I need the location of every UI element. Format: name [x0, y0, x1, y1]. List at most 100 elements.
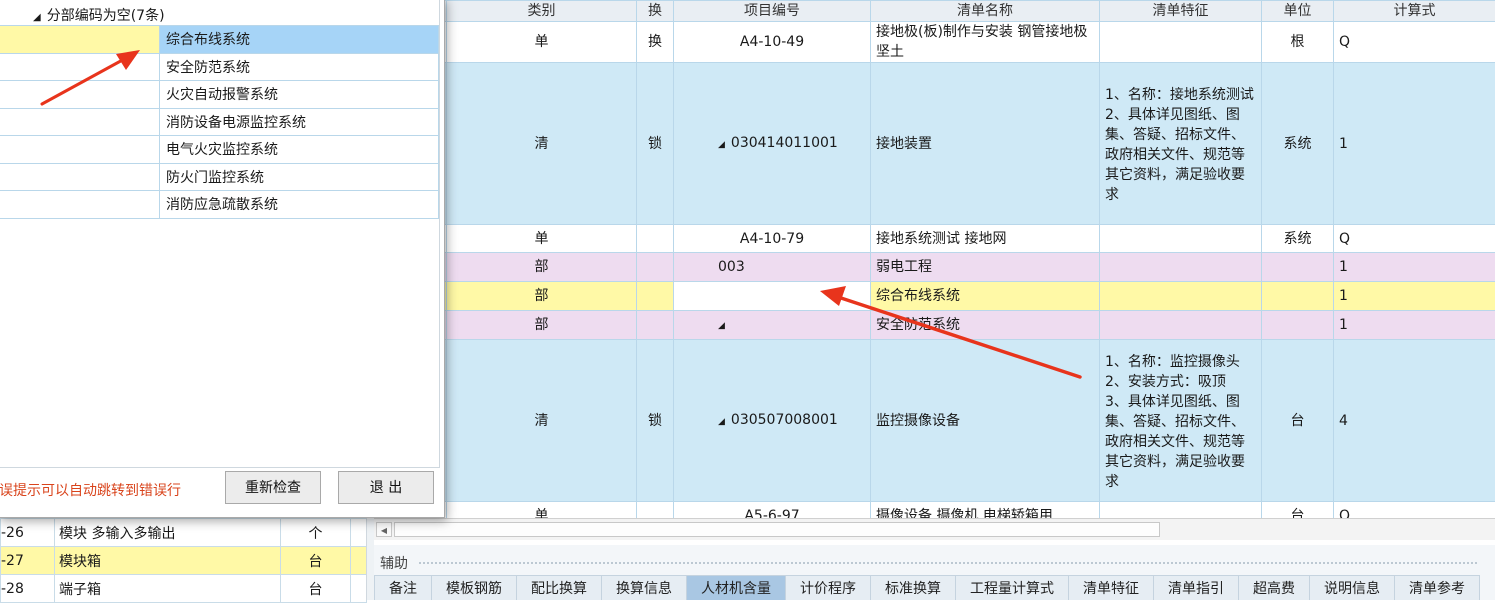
panel-splitter[interactable] — [366, 518, 374, 600]
cell-huan[interactable]: 锁 — [637, 63, 674, 225]
cell-feature[interactable] — [1100, 253, 1262, 282]
horizontal-scrollbar[interactable]: ◀ — [374, 518, 1495, 540]
cell-name[interactable]: 接地极(板)制作与安装 钢管接地极 坚土 — [871, 22, 1100, 63]
list-item[interactable]: -27模块箱台 — [1, 547, 367, 575]
cell-feature[interactable] — [1100, 502, 1262, 519]
cell-huan[interactable] — [637, 253, 674, 282]
tab-item[interactable]: 清单特征 — [1068, 575, 1154, 600]
tab-item[interactable]: 清单指引 — [1153, 575, 1239, 600]
col-header-type[interactable]: 类别 — [447, 1, 637, 22]
tab-item[interactable]: 说明信息 — [1309, 575, 1395, 600]
col-header-feature[interactable]: 清单特征 — [1100, 1, 1262, 22]
list-item[interactable]: -28端子箱台 — [1, 575, 367, 603]
cell-unit[interactable]: 系统 — [1262, 225, 1334, 253]
error-item-row[interactable]: 火灾自动报警系统 — [0, 81, 439, 109]
recheck-button[interactable]: 重新检查 — [225, 471, 321, 504]
cell-name[interactable]: 安全防范系统 — [871, 311, 1100, 340]
tab-item[interactable]: 标准换算 — [870, 575, 956, 600]
cell-feature[interactable] — [1100, 311, 1262, 340]
error-item-row[interactable]: 电气火灾监控系统 — [0, 136, 439, 164]
error-item-row[interactable]: 综合布线系统 — [0, 26, 439, 54]
cell-huan[interactable] — [637, 311, 674, 340]
table-row[interactable]: 单 A5-6-97摄像设备 摄像机 电梯轿箱用 台Q — [375, 502, 1495, 519]
cell-type[interactable]: 部 — [447, 282, 637, 311]
cell-formula[interactable]: 1 — [1334, 253, 1495, 282]
col-header-code[interactable]: 项目编号 — [674, 1, 871, 22]
table-row[interactable]: 部003弱电工程1 — [375, 253, 1495, 282]
cell-formula[interactable]: 1 — [1334, 311, 1495, 340]
tab-item[interactable]: 模板钢筋 — [431, 575, 517, 600]
cell-formula[interactable]: Q — [1334, 225, 1495, 253]
tab-item[interactable]: 超高费 — [1238, 575, 1310, 600]
table-row[interactable]: 单 A4-10-79接地系统测试 接地网 系统Q — [375, 225, 1495, 253]
cell-formula[interactable]: Q — [1334, 502, 1495, 519]
cell-feature[interactable] — [1100, 22, 1262, 63]
tab-item[interactable]: 备注 — [374, 575, 432, 600]
cell-feature[interactable]: 1、名称：监控摄像头 2、安装方式：吸顶 3、具体详见图纸、图集、答疑、招标文件… — [1100, 340, 1262, 502]
cell-name[interactable]: 监控摄像设备 — [871, 340, 1100, 502]
cell-huan[interactable]: 换 — [637, 22, 674, 63]
cell-unit[interactable] — [1262, 311, 1334, 340]
col-header-unit[interactable]: 单位 — [1262, 1, 1334, 22]
tab-item[interactable]: 换算信息 — [601, 575, 687, 600]
cell-type[interactable]: 清 — [447, 63, 637, 225]
table-row[interactable]: 单换A4-10-49接地极(板)制作与安装 钢管接地极 坚土 根Q — [375, 22, 1495, 63]
error-item-row[interactable]: 消防应急疏散系统 — [0, 191, 439, 219]
cell-code[interactable]: A4-10-49 — [674, 22, 871, 63]
tab-item[interactable]: 计价程序 — [785, 575, 871, 600]
cell-formula[interactable]: Q — [1334, 22, 1495, 63]
cell-code[interactable]: ◢030507008001 — [674, 340, 871, 502]
cell-code[interactable]: A5-6-97 — [674, 502, 871, 519]
cell-type[interactable]: 单 — [447, 225, 637, 253]
collapse-triangle-icon[interactable]: ◢ — [33, 12, 41, 23]
cell-unit[interactable]: 台 — [1262, 502, 1334, 519]
cell-type[interactable]: 单 — [447, 22, 637, 63]
scroll-left-icon[interactable]: ◀ — [376, 522, 392, 537]
tab-item[interactable]: 人材机含量 — [686, 575, 786, 600]
col-header-name[interactable]: 清单名称 — [871, 1, 1100, 22]
table-row[interactable]: 部综合布线系统1 — [375, 282, 1495, 311]
cell-code[interactable]: A4-10-79 — [674, 225, 871, 253]
col-header-huan[interactable]: 换 — [637, 1, 674, 22]
cell-unit[interactable] — [1262, 253, 1334, 282]
cell-name[interactable]: 弱电工程 — [871, 253, 1100, 282]
list-item[interactable]: -26模块 多输入多输出个 — [1, 519, 367, 547]
cell-huan[interactable]: 锁 — [637, 340, 674, 502]
cell-feature[interactable] — [1100, 282, 1262, 311]
expand-triangle-icon[interactable]: ◢ — [718, 417, 725, 427]
cell-name[interactable]: 接地系统测试 接地网 — [871, 225, 1100, 253]
cell-name[interactable]: 摄像设备 摄像机 电梯轿箱用 — [871, 502, 1100, 519]
panel-grip[interactable] — [418, 561, 1478, 566]
table-row[interactable]: 5清锁◢030507008001监控摄像设备1、名称：监控摄像头 2、安装方式：… — [375, 340, 1495, 502]
expand-triangle-icon[interactable]: ◢ — [718, 321, 725, 331]
cell-formula[interactable]: 1 — [1334, 63, 1495, 225]
cell-name[interactable]: 接地装置 — [871, 63, 1100, 225]
cell-feature[interactable]: 1、名称：接地系统测试 2、具体详见图纸、图集、答疑、招标文件、政府相关文件、规… — [1100, 63, 1262, 225]
exit-button[interactable]: 退 出 — [338, 471, 434, 504]
error-item-row[interactable]: 消防设备电源监控系统 — [0, 108, 439, 136]
cell-unit[interactable]: 根 — [1262, 22, 1334, 63]
cell-formula[interactable]: 1 — [1334, 282, 1495, 311]
error-item-row[interactable]: 防火门监控系统 — [0, 163, 439, 191]
cell-huan[interactable] — [637, 502, 674, 519]
cell-type[interactable]: 清 — [447, 340, 637, 502]
cell-unit[interactable]: 台 — [1262, 340, 1334, 502]
cell-huan[interactable] — [637, 225, 674, 253]
table-row[interactable]: 部 ◢ 安全防范系统 1 — [375, 311, 1495, 340]
cell-type[interactable]: 部 — [447, 253, 637, 282]
tab-item[interactable]: 清单参考 — [1394, 575, 1480, 600]
cell-type[interactable]: 部 — [447, 311, 637, 340]
expand-triangle-icon[interactable]: ◢ — [718, 140, 725, 150]
cell-unit[interactable]: 系统 — [1262, 63, 1334, 225]
tab-item[interactable]: 工程量计算式 — [955, 575, 1069, 600]
error-item-row[interactable]: 安全防范系统 — [0, 53, 439, 81]
cell-formula[interactable]: 4 — [1334, 340, 1495, 502]
cell-code[interactable]: ◢030414011001 — [674, 63, 871, 225]
tab-item[interactable]: 配比换算 — [516, 575, 602, 600]
cell-unit[interactable] — [1262, 282, 1334, 311]
cell-huan[interactable] — [637, 282, 674, 311]
col-header-formula[interactable]: 计算式 — [1334, 1, 1495, 22]
cell-feature[interactable] — [1100, 225, 1262, 253]
cell-type[interactable]: 单 — [447, 502, 637, 519]
scrollbar-thumb[interactable] — [394, 522, 1160, 537]
